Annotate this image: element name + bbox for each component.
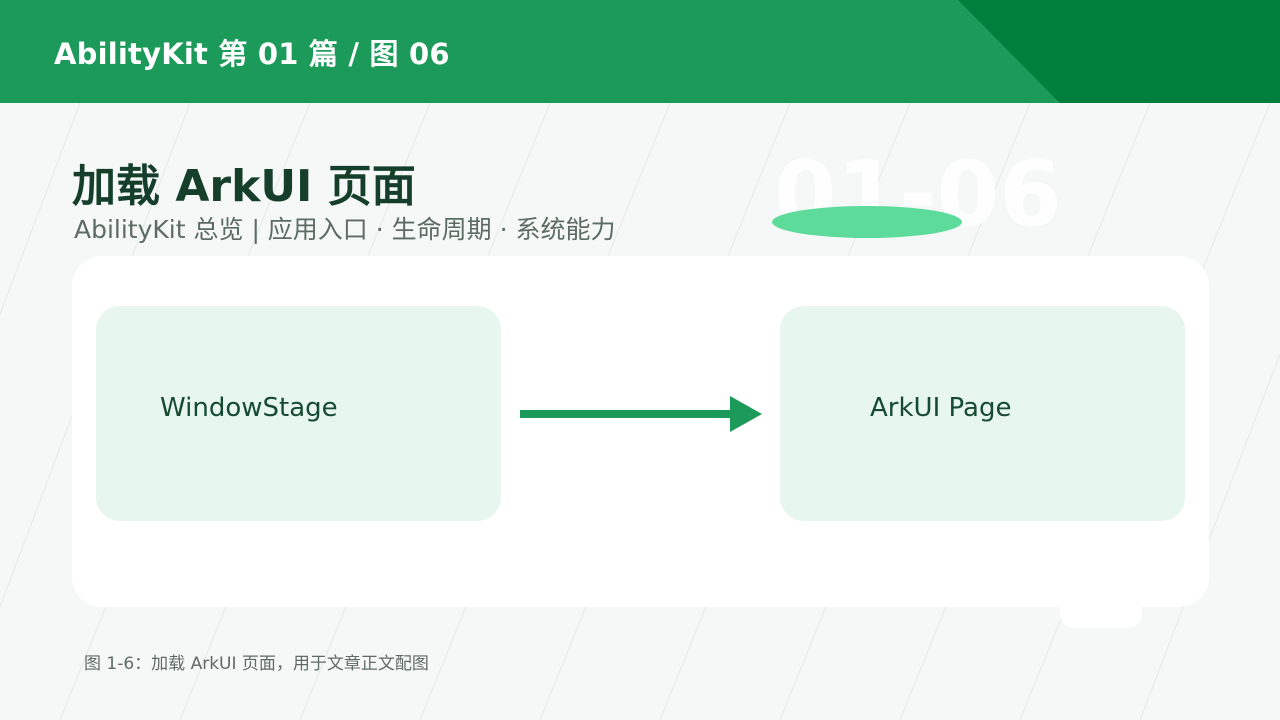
arrow-windowstage-to-arkui-page (520, 396, 762, 432)
node-arkui-page-label: ArkUI Page (870, 393, 1012, 423)
watermark-ellipse (772, 206, 962, 238)
header-title: AbilityKit 第 01 篇 / 图 06 (54, 37, 450, 71)
slide: AbilityKit 第 01 篇 / 图 06 01-06 加载 ArkUI … (0, 0, 1280, 720)
arrow-shaft (520, 410, 746, 418)
page-subtitle: AbilityKit 总览 | 应用入口 · 生命周期 · 系统能力 (74, 215, 616, 244)
arrow-head (730, 396, 762, 432)
page-title: 加载 ArkUI 页面 (72, 161, 416, 212)
node-windowstage-label: WindowStage (160, 393, 338, 423)
figure-caption: 图 1-6：加载 ArkUI 页面，用于文章正文配图 (84, 654, 429, 674)
